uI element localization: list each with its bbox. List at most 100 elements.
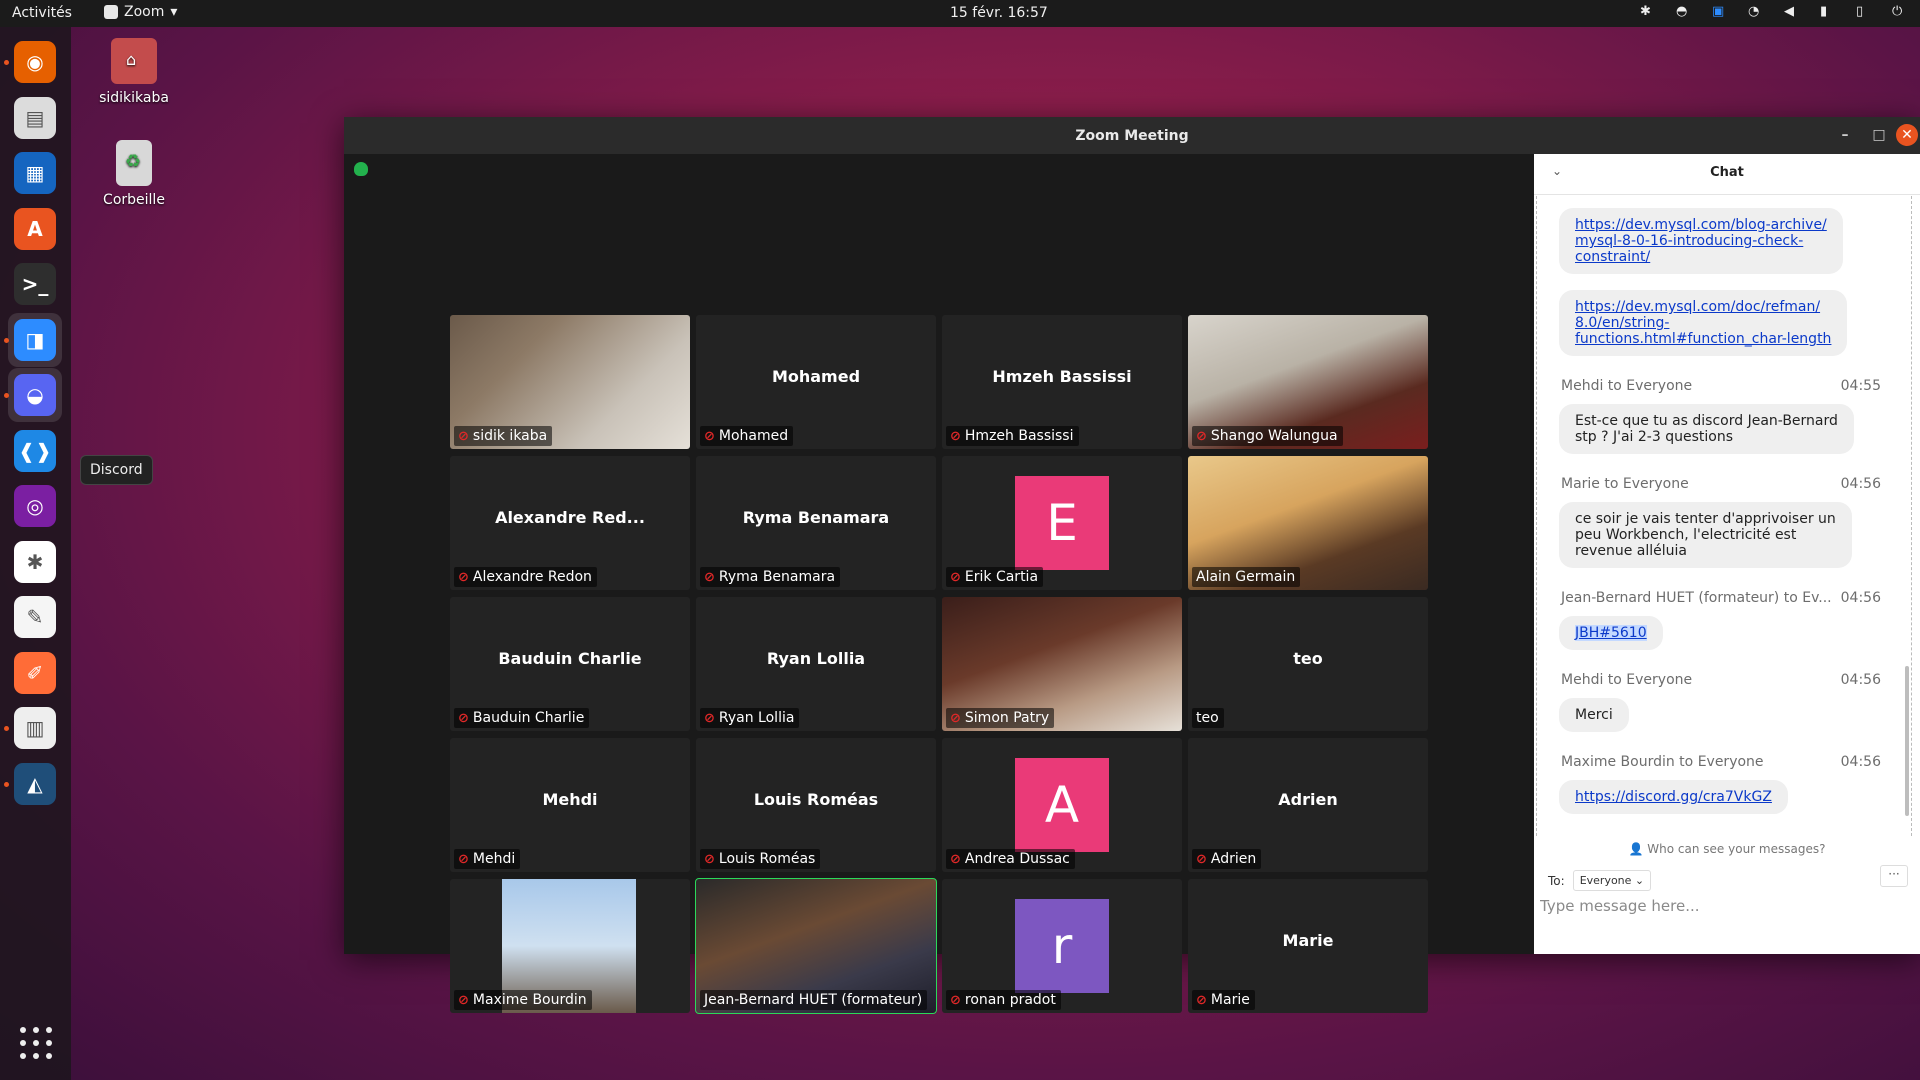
dock-item-postman[interactable]: ✐ <box>8 646 62 700</box>
show-apps-icon[interactable] <box>20 1027 52 1059</box>
document-viewer-icon: ▥ <box>14 707 56 749</box>
participant-tile[interactable]: Jean-Bernard HUET (formateur) <box>695 878 937 1014</box>
volume-icon[interactable]: ◀ <box>1784 4 1798 19</box>
muted-mic-icon: ⊘ <box>458 710 469 726</box>
dock-item-discord[interactable]: ◒ <box>8 368 62 422</box>
dock-item-document-viewer[interactable]: ▥ <box>8 701 62 755</box>
dock-item-terminal[interactable]: >_ <box>8 257 62 311</box>
minimize-button[interactable]: – <box>1836 126 1854 144</box>
slack-tray-icon[interactable]: ✱ <box>1640 4 1654 19</box>
participant-name: Mehdi <box>472 851 516 867</box>
participant-name: Alexandre Redon <box>472 569 592 585</box>
chat-scrollbar[interactable] <box>1905 666 1909 816</box>
message-text-line: ce soir je vais tenter d'apprivoiser un <box>1575 511 1836 527</box>
participant-name-label: ⊘ Mohamed <box>700 426 794 446</box>
dock-item-text-editor[interactable]: ✎ <box>8 590 62 644</box>
dock-item-mysql-workbench[interactable]: ◭ <box>8 757 62 811</box>
wifi-icon[interactable]: ◔ <box>1748 4 1762 19</box>
message-text-line: Est-ce que tu as discord Jean-Bernard <box>1575 413 1838 429</box>
participant-tile[interactable]: ⊘ Shango Walungua <box>1188 315 1428 449</box>
desktop-trash[interactable]: ♻ Corbeille <box>84 140 184 208</box>
dock-item-ubuntu-software[interactable]: A <box>8 202 62 256</box>
muted-mic-icon: ⊘ <box>950 710 961 726</box>
mic-icon[interactable]: ▮ <box>1820 4 1834 19</box>
running-indicator <box>4 781 9 787</box>
message-link-line[interactable]: https://dev.mysql.com/doc/refman/ <box>1575 299 1831 315</box>
participant-tile[interactable]: ⊘ Maxime Bourdin <box>450 879 690 1013</box>
maximize-button[interactable]: □ <box>1870 126 1888 144</box>
participant-tile[interactable]: Adrien ⊘ Adrien <box>1188 738 1428 872</box>
participant-name: Hmzeh Bassissi <box>964 428 1074 444</box>
participant-tile[interactable]: Bauduin Charlie ⊘ Bauduin Charlie <box>450 597 690 731</box>
participant-name: Andrea Dussac <box>964 851 1070 867</box>
message-link-line[interactable]: constraint/ <box>1575 249 1827 265</box>
power-icon[interactable]: ⏻ <box>1892 4 1906 19</box>
more-options-button[interactable]: ··· <box>1880 865 1908 887</box>
participant-name: Shango Walungua <box>1210 428 1338 444</box>
participant-tile[interactable]: A ⊘ Andrea Dussac <box>942 738 1182 872</box>
participant-tile[interactable]: ⊘ Simon Patry <box>942 597 1182 731</box>
participant-name-label: ⊘ Shango Walungua <box>1192 426 1343 446</box>
message-bubble[interactable]: https://discord.gg/cra7VkGZ <box>1559 780 1788 814</box>
chat-messages[interactable]: https://dev.mysql.com/blog-archive/mysql… <box>1536 196 1912 836</box>
message-sender: Marie to Everyone <box>1561 476 1689 492</box>
files-icon: ▤ <box>14 96 56 139</box>
message-bubble[interactable]: ce soir je vais tenter d'apprivoiser un p… <box>1559 502 1852 568</box>
system-tray[interactable]: ✱ ◓ ▣ ◔ ◀ ▮ ▯ ⏻ <box>1640 4 1906 19</box>
participant-tile[interactable]: Hmzeh Bassissi ⊘ Hmzeh Bassissi <box>942 315 1182 449</box>
participant-tile[interactable]: E ⊘ Erik Cartia <box>942 456 1182 590</box>
who-can-see-link[interactable]: 👤 Who can see your messages? <box>1534 842 1920 856</box>
chat-message-input[interactable] <box>1538 896 1912 916</box>
participant-center-name: Mohamed <box>771 367 861 386</box>
muted-mic-icon: ⊘ <box>458 992 469 1008</box>
recipient-dropdown[interactable]: Everyone ⌄ <box>1572 870 1652 891</box>
window-titlebar[interactable]: Zoom Meeting – □ ✕ <box>344 117 1920 154</box>
participant-tile[interactable]: ⊘ sidik ikaba <box>450 315 690 449</box>
message-link-line[interactable]: https://discord.gg/cra7VkGZ <box>1575 789 1772 805</box>
dock-item-files[interactable]: ▤ <box>8 91 62 145</box>
participant-tile[interactable]: Mohamed ⊘ Mohamed <box>696 315 936 449</box>
participant-tile[interactable]: Louis Roméas ⊘ Louis Roméas <box>696 738 936 872</box>
message-bubble[interactable]: https://dev.mysql.com/doc/refman/8.0/en/… <box>1559 290 1848 356</box>
participant-name: Erik Cartia <box>964 569 1039 585</box>
message-bubble[interactable]: Merci <box>1559 698 1629 732</box>
dock-item-video-recorder[interactable]: ◎ <box>8 479 62 533</box>
dock-item-firefox[interactable]: ◉ <box>8 35 62 89</box>
participant-tile[interactable]: Ryan Lollia ⊘ Ryan Lollia <box>696 597 936 731</box>
participant-tile[interactable]: Alexandre Red... ⊘ Alexandre Redon <box>450 456 690 590</box>
dock-item-zoom[interactable]: ◨ <box>8 312 62 367</box>
desktop-home-folder[interactable]: ⌂ sidikikaba <box>84 38 184 106</box>
participant-name-label: ⊘ Andrea Dussac <box>946 849 1075 869</box>
app-menu[interactable]: Zoom ▾ <box>104 4 177 20</box>
dock-item-libreoffice-writer[interactable]: ▦ <box>8 146 62 200</box>
participant-tile[interactable]: Alain Germain <box>1188 456 1428 590</box>
dock-item-slack[interactable]: ✱ <box>8 535 62 589</box>
participant-name: Jean-Bernard HUET (formateur) <box>704 992 923 1008</box>
message-header: Marie to Everyone 04:56 <box>1561 476 1881 492</box>
clock[interactable]: 15 févr. 16:57 <box>950 5 1048 21</box>
participant-tile[interactable]: Ryma Benamara ⊘ Ryma Benamara <box>696 456 936 590</box>
participant-tile[interactable]: Marie ⊘ Marie <box>1188 879 1428 1013</box>
participant-tile[interactable]: r ⊘ ronan pradot <box>942 879 1182 1013</box>
message-bubble[interactable]: JBH#5610 <box>1559 616 1663 650</box>
battery-icon[interactable]: ▯ <box>1856 4 1870 19</box>
message-link-line[interactable]: mysql-8-0-16-introducing-check- <box>1575 233 1827 249</box>
message-bubble[interactable]: Est-ce que tu as discord Jean-Bernard stp… <box>1559 404 1854 454</box>
message-time: 04:56 <box>1840 672 1881 688</box>
message-link-line[interactable]: https://dev.mysql.com/blog-archive/ <box>1575 217 1827 233</box>
participant-name: Alain Germain <box>1196 569 1296 585</box>
participant-tile[interactable]: teo teo <box>1188 597 1428 731</box>
message-text-line: Merci <box>1575 707 1613 723</box>
close-button[interactable]: ✕ <box>1896 124 1918 146</box>
participant-name-label: ⊘ ronan pradot <box>946 990 1061 1010</box>
security-shield-icon[interactable] <box>354 162 368 176</box>
dock-item-vscode[interactable]: ❰❱ <box>8 424 62 478</box>
message-link-line[interactable]: 8.0/en/string- <box>1575 315 1831 331</box>
activities-button[interactable]: Activités <box>12 5 72 21</box>
participant-tile[interactable]: Mehdi ⊘ Mehdi <box>450 738 690 872</box>
zoom-tray-icon[interactable]: ▣ <box>1712 4 1726 19</box>
message-bubble[interactable]: https://dev.mysql.com/blog-archive/mysql… <box>1559 208 1843 274</box>
who-can-see-label: Who can see your messages? <box>1647 842 1826 856</box>
message-link-line[interactable]: functions.html#function_char-length <box>1575 331 1831 347</box>
discord-tray-icon[interactable]: ◓ <box>1676 4 1690 19</box>
